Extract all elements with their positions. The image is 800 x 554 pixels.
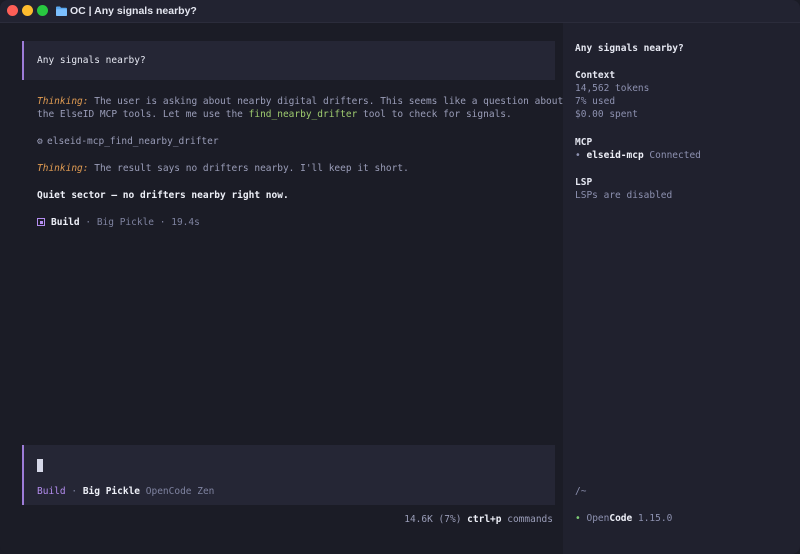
- user-message-text: Any signals nearby?: [37, 55, 146, 66]
- folder-icon: [56, 6, 67, 16]
- build-mode-icon: [37, 218, 45, 226]
- context-heading: Context: [575, 70, 616, 81]
- tool-reference: find_nearby_drifter: [248, 109, 358, 120]
- input-meta: Build · Big Pickle OpenCode Zen: [37, 486, 214, 497]
- input-separator: ·: [71, 486, 78, 497]
- thinking-block-1-line-1: Thinking: The user is asking about nearb…: [37, 96, 563, 107]
- token-usage: 14.6K (7%): [404, 514, 462, 525]
- prompt-input[interactable]: Build · Big Pickle OpenCode Zen: [22, 445, 555, 505]
- working-directory: /~: [575, 486, 587, 497]
- context-used: 7% used: [575, 96, 616, 107]
- status-bullet: •: [575, 150, 581, 161]
- terminal-window: OC | Any signals nearby? Any signals nea…: [0, 0, 800, 554]
- mcp-server-name: elseid-mcp: [586, 150, 644, 161]
- assistant-answer: Quiet sector — no drifters nearby right …: [37, 190, 289, 201]
- minimize-window-button[interactable]: [22, 5, 33, 16]
- thinking-block-1-line-2: the ElseID MCP tools. Let me use the fin…: [37, 109, 512, 120]
- context-tokens: 14,562 tokens: [575, 83, 650, 94]
- thinking-block-2: Thinking: The result says no drifters ne…: [37, 163, 409, 174]
- close-window-button[interactable]: [7, 5, 18, 16]
- tool-call[interactable]: ⚙ elseid-mcp_find_nearby_drifter: [37, 136, 219, 147]
- mcp-heading: MCP: [575, 137, 593, 148]
- session-sidebar: Any signals nearby? Context 14,562 token…: [563, 23, 800, 554]
- app-name-open: Open: [586, 513, 610, 524]
- input-provider: OpenCode Zen: [145, 486, 215, 497]
- thinking-text: The user is asking about nearby digital …: [94, 96, 564, 107]
- shortcut-key[interactable]: ctrl+p: [467, 514, 501, 525]
- tool-call-name: elseid-mcp_find_nearby_drifter: [47, 136, 219, 147]
- thinking-text: The result says no drifters nearby. I'll…: [94, 163, 409, 174]
- thinking-label: Thinking:: [37, 96, 89, 107]
- gear-icon: ⚙: [37, 136, 43, 147]
- footer-duration: 19.4s: [171, 217, 200, 228]
- text-cursor: [37, 459, 43, 472]
- maximize-window-button[interactable]: [37, 5, 48, 16]
- mcp-server-row: • elseid-mcp Connected: [575, 150, 701, 161]
- input-model[interactable]: Big Pickle: [83, 486, 140, 497]
- thinking-text: the ElseID MCP tools. Let me use the: [37, 109, 249, 120]
- message-footer: Build · Big Pickle · 19.4s: [37, 217, 200, 228]
- status-bullet: •: [575, 513, 581, 524]
- window-title: OC | Any signals nearby?: [56, 4, 197, 18]
- thinking-text: tool to check for signals.: [357, 109, 512, 120]
- input-mode[interactable]: Build: [37, 486, 66, 497]
- shortcut-label[interactable]: commands: [507, 514, 553, 525]
- title-bar: OC | Any signals nearby?: [0, 0, 800, 23]
- status-bar: 14.6K (7%) ctrl+p commands: [404, 514, 553, 525]
- app-name-code: Code: [609, 513, 633, 524]
- footer-model: Big Pickle: [96, 217, 155, 228]
- footer-separator: ·: [85, 217, 92, 228]
- conversation-pane[interactable]: Any signals nearby? Thinking: The user i…: [0, 23, 563, 554]
- window-title-text: OC | Any signals nearby?: [70, 5, 197, 17]
- footer-separator: ·: [159, 217, 166, 228]
- thinking-label: Thinking:: [37, 163, 89, 174]
- lsp-heading: LSP: [575, 177, 593, 188]
- app-version-row: • OpenCode 1.15.0: [575, 513, 672, 524]
- app-version: 1.15.0: [637, 513, 673, 524]
- lsp-status: LSPs are disabled: [575, 190, 673, 201]
- mcp-server-status: Connected: [649, 150, 701, 161]
- footer-mode: Build: [51, 217, 80, 228]
- context-spent: $0.00 spent: [575, 109, 638, 120]
- user-message: Any signals nearby?: [22, 41, 555, 80]
- session-title: Any signals nearby?: [575, 43, 684, 54]
